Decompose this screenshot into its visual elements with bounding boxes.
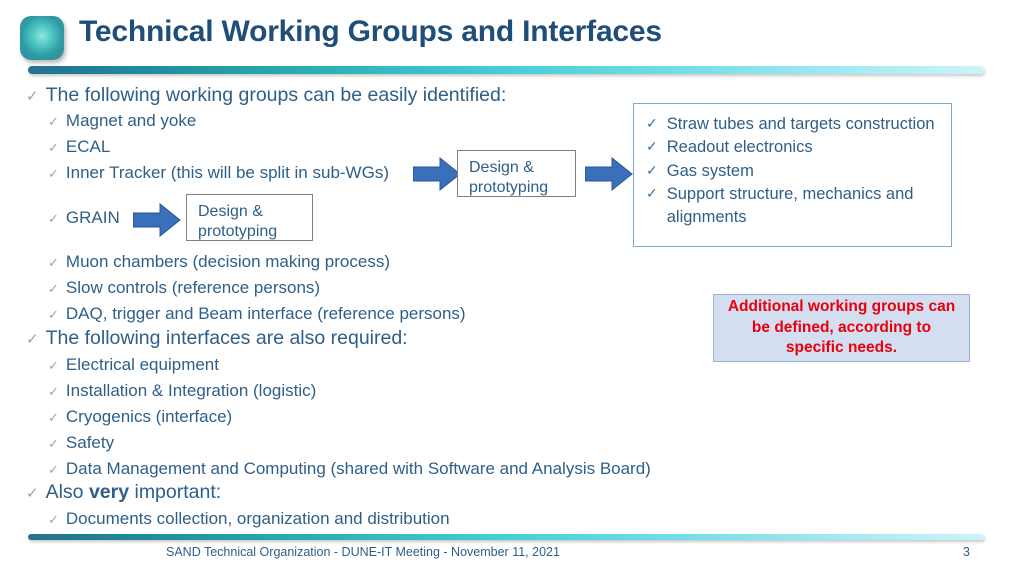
bullet-magnet-and-yoke: ✓ Magnet and yoke — [48, 111, 196, 131]
note-text: Additional working groups can be defined… — [727, 298, 956, 357]
check-icon: ✓ — [48, 211, 59, 226]
bullet-daq-trigger-beam: ✓ DAQ, trigger and Beam interface (refer… — [48, 304, 466, 324]
bullet-label: Magnet and yoke — [65, 111, 197, 130]
straw-box-item: ✓ Support structure, mechanics and align… — [646, 183, 943, 230]
bullet-installation-integration: ✓ Installation & Integration (logistic) — [48, 381, 316, 401]
bullet-label: Muon chambers (decision making process) — [65, 252, 390, 271]
bullet-label: Installation & Integration (logistic) — [65, 381, 317, 400]
bullet-label: Data Management and Computing (shared wi… — [65, 459, 651, 478]
bullet-interfaces-heading: ✓ The following interfaces are also requ… — [26, 327, 408, 350]
straw-box-item-label: Readout electronics — [666, 138, 813, 157]
check-icon: ✓ — [26, 485, 39, 502]
bullet-muon-chambers: ✓ Muon chambers (decision making process… — [48, 252, 390, 272]
flow-box-tracker-design-prototyping: Design & prototyping — [457, 150, 576, 197]
bullet-label: DAQ, trigger and Beam interface (referen… — [65, 304, 466, 323]
bullet-label: GRAIN — [65, 208, 120, 227]
bullet-label: ECAL — [65, 137, 111, 156]
check-icon: ✓ — [48, 512, 59, 527]
arrow-right-icon-tracker — [413, 157, 461, 191]
bullet-documents-collection: ✓ Documents collection, organization and… — [48, 509, 450, 529]
flow-box-line2: prototyping — [469, 179, 549, 197]
check-icon: ✓ — [48, 140, 59, 155]
check-icon: ✓ — [48, 462, 59, 477]
check-icon: ✓ — [48, 410, 59, 425]
bullet-safety: ✓ Safety — [48, 433, 114, 453]
bullet-label: Also very important: — [46, 481, 222, 504]
check-icon: ✓ — [48, 307, 59, 322]
bullet-label: The following working groups can be easi… — [45, 84, 507, 106]
bullet-label: Electrical equipment — [65, 355, 219, 374]
check-icon: ✓ — [48, 358, 59, 373]
bullet-label: Inner Tracker (this will be split in sub… — [65, 163, 389, 182]
bullet-slow-controls: ✓ Slow controls (reference persons) — [48, 278, 320, 298]
check-icon: ✓ — [26, 331, 39, 348]
arrow-right-icon-grain — [133, 203, 181, 237]
footer-divider — [28, 534, 984, 540]
check-icon: ✓ — [48, 384, 59, 399]
bullet-label: Cryogenics (interface) — [65, 407, 233, 426]
also-emphasis: very — [88, 481, 130, 503]
bullet-label: Documents collection, organization and d… — [65, 509, 450, 528]
bullet-electrical-equipment: ✓ Electrical equipment — [48, 355, 219, 375]
check-icon: ✓ — [26, 88, 39, 105]
also-prefix: Also — [45, 481, 89, 503]
straw-box-item-label: Support structure, mechanics and alignme… — [666, 184, 914, 226]
page-title: Technical Working Groups and Interfaces — [79, 15, 662, 48]
page-number: 3 — [963, 545, 970, 559]
flow-box-line2: prototyping — [198, 223, 278, 241]
check-icon: ✓ — [48, 436, 59, 451]
bullet-data-management: ✓ Data Management and Computing (shared … — [48, 459, 651, 479]
footer-text: SAND Technical Organization - DUNE-IT Me… — [166, 545, 560, 559]
check-icon: ✓ — [48, 255, 59, 270]
check-icon: ✓ — [48, 166, 59, 181]
check-icon: ✓ — [48, 281, 59, 296]
additional-working-groups-note: Additional working groups can be defined… — [713, 294, 970, 362]
bullet-also-very-important: ✓ Also very important: — [26, 481, 221, 504]
check-icon: ✓ — [646, 161, 658, 178]
title-divider — [28, 66, 984, 74]
straw-box-item-label: Gas system — [666, 161, 754, 180]
also-suffix: important: — [129, 481, 222, 503]
bullet-grain: ✓ GRAIN — [48, 208, 120, 228]
flow-box-grain-design-prototyping: Design & prototyping — [186, 194, 313, 241]
bullet-ecal: ✓ ECAL — [48, 137, 110, 157]
check-icon: ✓ — [646, 138, 658, 155]
bullet-cryogenics: ✓ Cryogenics (interface) — [48, 407, 232, 427]
bullet-working-groups-heading: ✓ The following working groups can be ea… — [26, 84, 506, 107]
flow-box-line1: Design & — [198, 203, 263, 220]
bullet-inner-tracker: ✓ Inner Tracker (this will be split in s… — [48, 163, 389, 183]
bullet-label: Slow controls (reference persons) — [65, 278, 321, 297]
rounded-square-icon — [20, 16, 64, 60]
flow-box-line1: Design & — [469, 159, 534, 176]
straw-box-item: ✓ Straw tubes and targets construction — [646, 113, 943, 136]
check-icon: ✓ — [646, 115, 658, 131]
straw-tubes-callout-box: ✓ Straw tubes and targets construction ✓… — [633, 103, 952, 247]
straw-box-item: ✓ Gas system — [646, 160, 943, 183]
bullet-label: Safety — [65, 433, 115, 452]
straw-box-item: ✓ Readout electronics — [646, 136, 943, 159]
arrow-right-icon-straw — [585, 157, 633, 191]
straw-box-item-label: Straw tubes and targets construction — [666, 115, 935, 133]
check-icon: ✓ — [48, 114, 59, 129]
bullet-label: The following interfaces are also requir… — [45, 327, 408, 349]
check-icon: ✓ — [646, 184, 658, 201]
slide-canvas: Technical Working Groups and Interfaces … — [0, 0, 1024, 576]
